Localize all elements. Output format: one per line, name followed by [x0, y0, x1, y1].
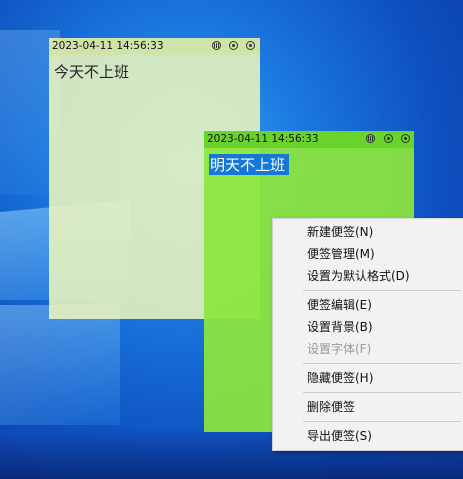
menu-item-set-background[interactable]: 设置背景(B)	[273, 317, 463, 337]
settings-dot-icon[interactable]	[229, 41, 238, 50]
menu-item-set-default-format[interactable]: 设置为默认格式(D)	[273, 266, 463, 286]
wallpaper-light-pane	[0, 305, 120, 425]
menu-item-manage-notes[interactable]: 便签管理(M)	[273, 244, 463, 264]
menu-item-delete-note[interactable]: 删除便签	[273, 397, 463, 417]
note-titlebar[interactable]: 2023-04-11 14:56:33	[49, 38, 260, 55]
menu-item-hide-note[interactable]: 隐藏便签(H)	[273, 368, 463, 388]
grid-icon[interactable]	[366, 134, 375, 143]
menu-separator	[303, 363, 461, 364]
note-content[interactable]: 今天不上班	[54, 61, 129, 82]
grid-icon[interactable]	[212, 41, 221, 50]
settings-dot-icon[interactable]	[384, 134, 393, 143]
context-menu: 新建便签(N) 便签管理(M) 设置为默认格式(D) 便签编辑(E) 设置背景(…	[272, 218, 463, 451]
menu-separator	[303, 392, 461, 393]
note-titlebar[interactable]: 2023-04-11 14:56:33	[204, 131, 414, 148]
note-content-selected[interactable]: 明天不上班	[209, 154, 290, 175]
close-dot-icon[interactable]	[246, 41, 255, 50]
menu-separator	[303, 421, 461, 422]
note-timestamp: 2023-04-11 14:56:33	[207, 133, 319, 145]
menu-separator	[303, 290, 461, 291]
menu-item-set-font: 设置字体(F)	[307, 342, 372, 356]
note-timestamp: 2023-04-11 14:56:33	[52, 40, 164, 52]
menu-item-export-note[interactable]: 导出便签(S)	[273, 426, 463, 446]
menu-item-edit-note[interactable]: 便签编辑(E)	[273, 295, 463, 315]
close-dot-icon[interactable]	[401, 134, 410, 143]
menu-item-new-note[interactable]: 新建便签(N)	[273, 222, 463, 242]
